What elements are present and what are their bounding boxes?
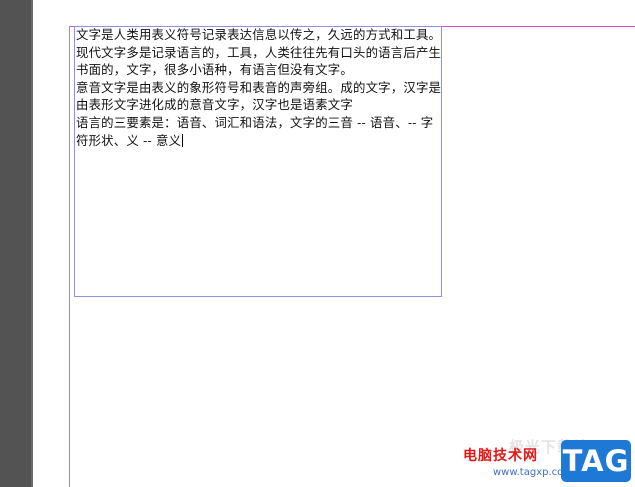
tools-panel <box>0 0 31 487</box>
layout-editor-window: 文字是人类用表义符号记录表达信息以传之，久远的方式和工具。现代文字多是记录语言的… <box>0 0 635 487</box>
site-watermark: 极光下载站 电脑技术网 www.tagxp.com TAG <box>463 436 635 487</box>
paragraph-3-text: 语言的三要素是：语音、词汇和语法，文字的三音 -- 语音、-- 字 符形状、义 … <box>76 114 434 148</box>
watermark-tag-logo: TAG <box>561 440 631 482</box>
story-text[interactable]: 文字是人类用表义符号记录表达信息以传之，久远的方式和工具。现代文字多是记录语言的… <box>76 26 448 149</box>
paragraph-2: 意音文字是由表义的象形符号和表音的声旁组。成的文字，汉字是由表形文字进化成的意音… <box>76 79 442 113</box>
watermark-site-name: 电脑技术网 <box>463 448 538 464</box>
text-frame[interactable]: 文字是人类用表义符号记录表达信息以传之，久远的方式和工具。现代文字多是记录语言的… <box>74 26 442 297</box>
text-cursor <box>182 133 184 147</box>
paragraph-1: 文字是人类用表义符号记录表达信息以传之，久远的方式和工具。现代文字多是记录语言的… <box>76 27 442 78</box>
paragraph-3: 语言的三要素是：语音、词汇和语法，文字的三音 -- 语音、-- 字 符形状、义 … <box>76 114 448 149</box>
left-margin-guide <box>69 26 70 487</box>
